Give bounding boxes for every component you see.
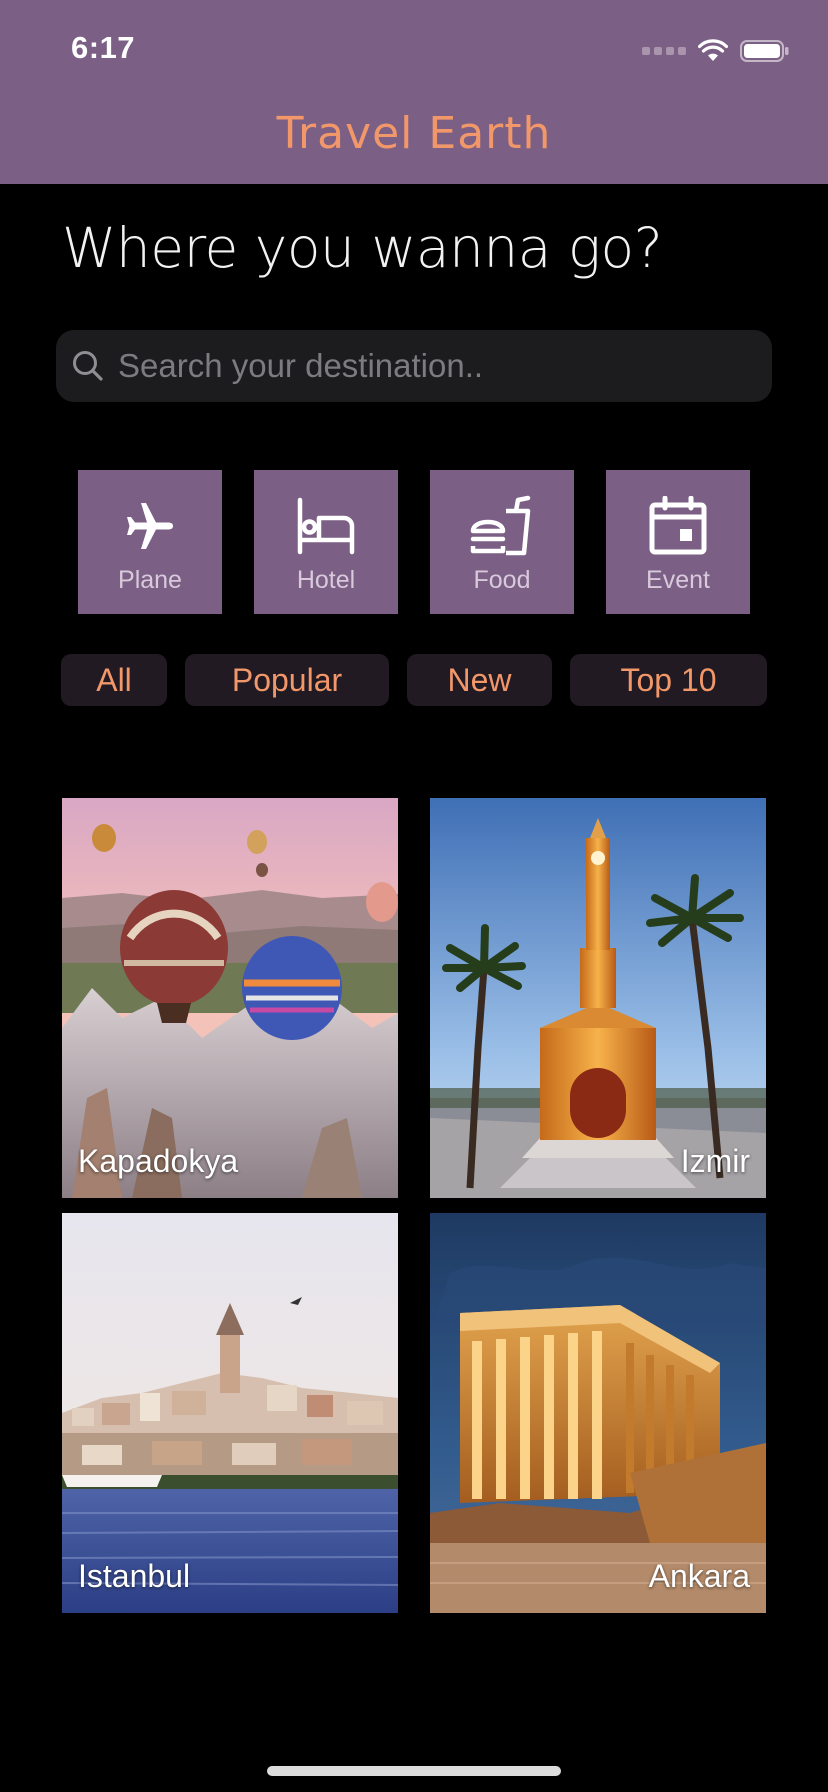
status-indicators [642,36,790,66]
home-indicator[interactable] [267,1766,561,1776]
filter-top10-button[interactable]: Top 10 [570,654,767,706]
category-plane-button[interactable]: Plane [78,470,222,614]
search-input[interactable] [118,330,772,402]
category-row: Plane Hotel Food Event [0,470,828,614]
page-heading: Where you wanna go? [62,216,663,280]
wifi-icon [698,39,728,61]
destination-name: Izmir [680,1143,750,1179]
category-food-button[interactable]: Food [430,470,574,614]
airplane-icon [123,494,177,558]
category-label: Food [473,566,531,594]
destination-card-kapadokya[interactable]: Kapadokya [62,798,398,1198]
destination-photo [430,1213,766,1613]
category-label: Hotel [296,566,356,594]
destination-photo [430,798,766,1198]
app-screen: 6:17 Travel Earth Where you wanna go? Se… [0,0,828,1792]
bed-icon [295,494,357,558]
destination-name: Ankara [648,1558,750,1594]
destination-name: Istanbul [78,1558,191,1594]
destination-card-ankara[interactable]: Ankara [430,1213,766,1613]
category-hotel-button[interactable]: Hotel [254,470,398,614]
category-event-button[interactable]: Event [606,470,750,614]
destination-photo [62,798,398,1198]
category-label: Event [646,566,710,594]
search-bar[interactable] [56,330,772,402]
destination-card-izmir[interactable]: Izmir [430,798,766,1198]
navigation-bar: 6:17 Travel Earth [0,0,828,184]
category-label: Plane [118,566,182,594]
destination-photo [62,1213,398,1613]
filter-all-button[interactable]: All [61,654,167,706]
calendar-icon [648,494,708,558]
food-icon [470,494,534,558]
app-title: Travel Earth [276,108,552,159]
destination-card-istanbul[interactable]: Istanbul [62,1213,398,1613]
search-icon [70,348,106,384]
filter-popular-button[interactable]: Popular [185,654,389,706]
cellular-signal-icon [642,47,686,55]
filter-new-button[interactable]: New [407,654,552,706]
status-time: 6:17 [71,30,136,65]
destination-name: Kapadokya [78,1143,239,1179]
battery-icon [740,40,789,62]
